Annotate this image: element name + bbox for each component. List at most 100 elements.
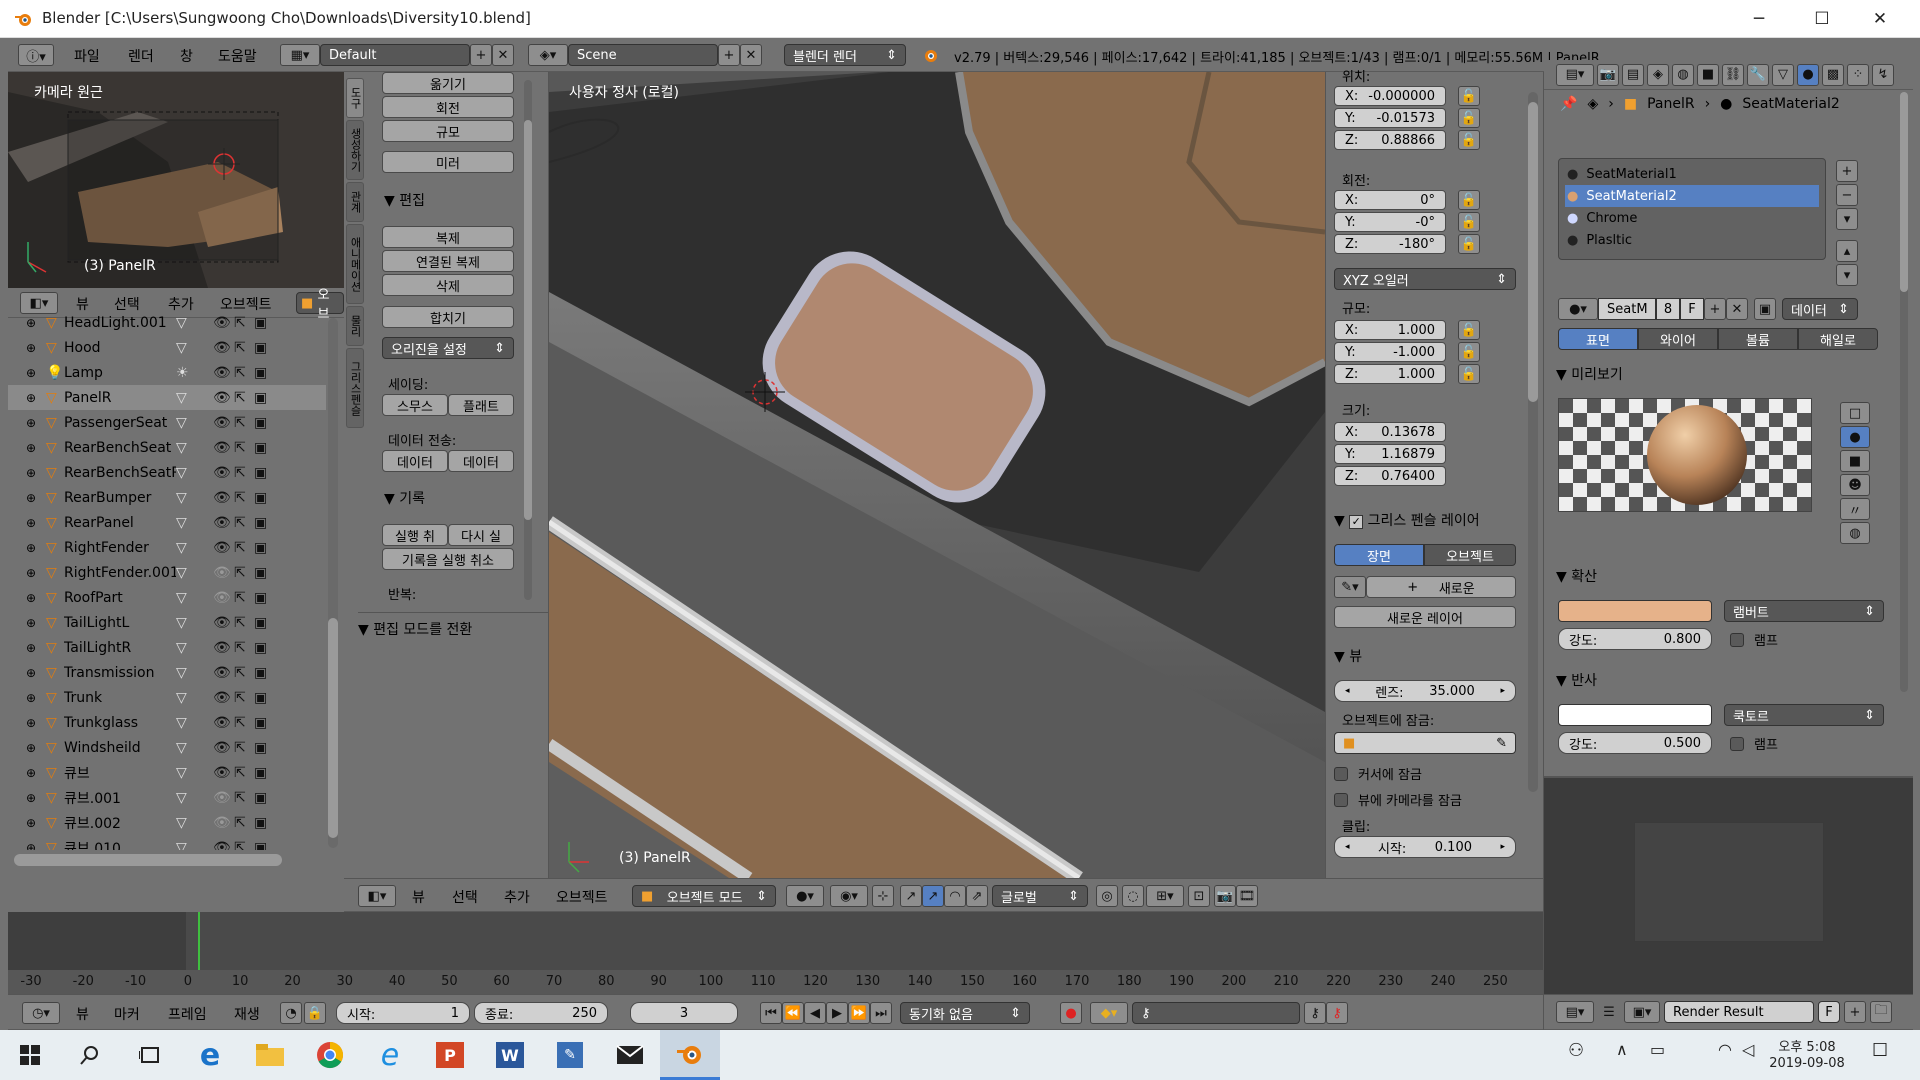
diffuse-shader-select[interactable]: 램버트 ⇕	[1724, 600, 1884, 622]
clip-start-field[interactable]: ◂ 시작: 0.100 ▸	[1334, 836, 1516, 858]
select-arrow-icon[interactable]: ⇱	[234, 465, 246, 481]
start-frame-field[interactable]: 시작: 1	[336, 1002, 470, 1024]
select-arrow-icon[interactable]: ⇱	[234, 565, 246, 581]
properties-scrollbar[interactable]	[1900, 92, 1908, 692]
visibility-eye-icon[interactable]: 👁	[213, 390, 231, 406]
wire-tab[interactable]: 와이어	[1638, 328, 1718, 350]
transform-field[interactable]: Z: 0.88866	[1334, 130, 1446, 150]
redo-button[interactable]: 다시 실	[448, 524, 514, 546]
remove-layout-icon[interactable]: ✕	[492, 44, 514, 66]
preview-panel-header[interactable]: ▼ 미리보기	[1556, 364, 1623, 384]
remove-scene-icon[interactable]: ✕	[740, 44, 762, 66]
scene-field[interactable]: Scene	[568, 44, 718, 66]
lock-icon[interactable]: 🔓	[1458, 320, 1480, 340]
visibility-eye-icon[interactable]: 👁	[213, 440, 231, 456]
timeline-menu-frame[interactable]: 프레임	[168, 1004, 207, 1024]
expand-icon[interactable]: ⊕	[26, 566, 46, 580]
view3d-menu-add[interactable]: 추가	[504, 887, 530, 907]
expand-icon[interactable]: ⊕	[26, 691, 46, 705]
camera-view-editor[interactable]: 카메라 원근 (3) PanelR	[8, 72, 344, 288]
powerpoint-icon[interactable]: P	[420, 1030, 480, 1080]
insert-keyframe-icon[interactable]: ⚷	[1304, 1002, 1326, 1024]
preview-hair-icon[interactable]: 〃	[1840, 498, 1870, 520]
screen-layout-icon[interactable]: ▦▾	[280, 44, 320, 66]
visibility-eye-icon[interactable]: 👁	[213, 715, 231, 731]
transform-field[interactable]: X: 0°	[1334, 190, 1446, 210]
remove-slot-icon[interactable]: −	[1836, 184, 1858, 206]
taskbar-time[interactable]: 오후 5:08	[1762, 1036, 1852, 1055]
diffuse-panel-header[interactable]: ▼ 확산	[1556, 566, 1597, 586]
outliner-row[interactable]: ⊕ 💡 Lamp ☀ 👁 ⇱ ▣	[8, 360, 326, 385]
visibility-eye-icon[interactable]: 👁	[213, 640, 231, 656]
material-slot[interactable]: ● Plasltic	[1565, 229, 1819, 251]
tab-tools[interactable]: 도구	[346, 78, 364, 118]
render-camera-icon[interactable]: ▣	[254, 490, 267, 506]
material-slot[interactable]: ● SeatMaterial2	[1565, 185, 1819, 207]
preview-sphere-icon[interactable]: ●	[1840, 426, 1870, 448]
data-tab-icon[interactable]: ▽	[1772, 63, 1794, 86]
material-link-select[interactable]: 데이터 ⇕	[1782, 298, 1858, 320]
scale-manipulator-icon[interactable]: ⇗	[966, 885, 988, 907]
outliner-hscrollbar[interactable]	[14, 854, 282, 866]
select-arrow-icon[interactable]: ⇱	[234, 415, 246, 431]
select-arrow-icon[interactable]: ⇱	[234, 515, 246, 531]
undo-history-button[interactable]: 기록을 실행 취소	[382, 548, 514, 570]
expand-icon[interactable]: ⊕	[26, 766, 46, 780]
expand-icon[interactable]: ⊕	[26, 491, 46, 505]
view3d-menu-view[interactable]: 뷰	[412, 887, 425, 907]
visibility-eye-icon[interactable]: 👁	[213, 490, 231, 506]
lock-icon[interactable]: 🔓	[1458, 212, 1480, 232]
render-camera-icon[interactable]: ▣	[254, 765, 267, 781]
outliner-row[interactable]: ⊕ ▽ RightFender.001 ▽ 👁 ⇱ ▣	[8, 560, 326, 585]
lock-icon[interactable]: 🔓	[1458, 364, 1480, 384]
data-layout-button[interactable]: 데이터	[448, 450, 514, 472]
jump-start-icon[interactable]: ⏮	[760, 1002, 782, 1024]
scene-tab-icon[interactable]: ◈	[1647, 63, 1669, 86]
notepad-app-icon[interactable]: ✎	[540, 1030, 600, 1080]
add-layout-icon[interactable]: +	[470, 44, 492, 66]
delete-keyframe-icon[interactable]: ⚷	[1326, 1002, 1348, 1024]
end-frame-field[interactable]: 종료: 250	[474, 1002, 608, 1024]
lock-icon[interactable]: 🔓	[1458, 234, 1480, 254]
render-camera-icon[interactable]: ▣	[254, 540, 267, 556]
wifi-icon[interactable]: ◠	[1718, 1040, 1732, 1059]
menu-file[interactable]: 파일	[74, 46, 100, 66]
pencil-icon[interactable]: ✎▾	[1334, 576, 1366, 598]
preview-cube-icon[interactable]: ■	[1840, 450, 1870, 472]
blender-taskbar-icon[interactable]	[660, 1030, 720, 1080]
taskbar-date[interactable]: 2019-09-08	[1762, 1056, 1852, 1071]
visibility-eye-icon[interactable]: 👁	[213, 365, 231, 381]
visibility-eye-icon[interactable]: 👁	[213, 340, 231, 356]
rotate-manipulator-icon[interactable]: ◠	[944, 885, 966, 907]
outliner-row[interactable]: ⊕ ▽ TailLightL ▽ 👁 ⇱ ▣	[8, 610, 326, 635]
layout-field[interactable]: Default	[320, 44, 470, 66]
windows-start-icon[interactable]	[0, 1030, 60, 1080]
render-camera-icon[interactable]: ▣	[254, 715, 267, 731]
gp-new-layer-button[interactable]: 새로운 레이어	[1334, 606, 1516, 628]
physics-tab-icon[interactable]: ↯	[1872, 63, 1894, 86]
proportional-edit-icon[interactable]: ◌	[1122, 885, 1144, 907]
select-arrow-icon[interactable]: ⇱	[234, 790, 246, 806]
outliner-scrollbar-thumb[interactable]	[328, 618, 338, 838]
material-users-field[interactable]: 8	[1656, 298, 1680, 320]
transform-field[interactable]: Y: -0°	[1334, 212, 1446, 232]
lock-object-field[interactable]: ■ ✎	[1334, 732, 1516, 754]
specular-ramp-checkbox[interactable]	[1730, 736, 1744, 751]
outliner-row[interactable]: ⊕ ▽ RearBenchSeat ▽ 👁 ⇱ ▣	[8, 435, 326, 460]
outliner-row[interactable]: ⊕ ▽ PanelR ▽ 👁 ⇱ ▣	[8, 385, 326, 410]
render-camera-icon[interactable]: ▣	[254, 640, 267, 656]
outliner-row[interactable]: ⊕ ▽ PassengerSeat ▽ 👁 ⇱ ▣	[8, 410, 326, 435]
editor-type-timeline-icon[interactable]: ◷▾	[22, 1002, 60, 1024]
browse-material-icon[interactable]: ●▾	[1558, 298, 1598, 320]
select-arrow-icon[interactable]: ⇱	[234, 765, 246, 781]
preview-world-icon[interactable]: ◍	[1840, 522, 1870, 544]
volume-icon[interactable]: ◁	[1742, 1040, 1754, 1059]
volume-tab[interactable]: 볼륨	[1718, 328, 1798, 350]
manipulator-toggle-icon[interactable]: ⊹	[872, 885, 894, 907]
outliner-list[interactable]: ⊕ ▽ HeadLight.001 ▽ 👁 ⇱ ▣ ⊕ ▽ Hood ▽ 👁 ⇱ ▣ ⊕ 💡 Lamp ☀ 👁 ⇱ ▣ ⊕…	[8, 310, 326, 850]
expand-icon[interactable]: ⊕	[26, 641, 46, 655]
visibility-eye-icon[interactable]: 👁	[213, 840, 231, 851]
outliner-row[interactable]: ⊕ ▽ 큐브.001 ▽ 👁 ⇱ ▣	[8, 785, 326, 810]
expand-icon[interactable]: ⊕	[26, 591, 46, 605]
internet-explorer-icon[interactable]: e	[360, 1030, 420, 1080]
